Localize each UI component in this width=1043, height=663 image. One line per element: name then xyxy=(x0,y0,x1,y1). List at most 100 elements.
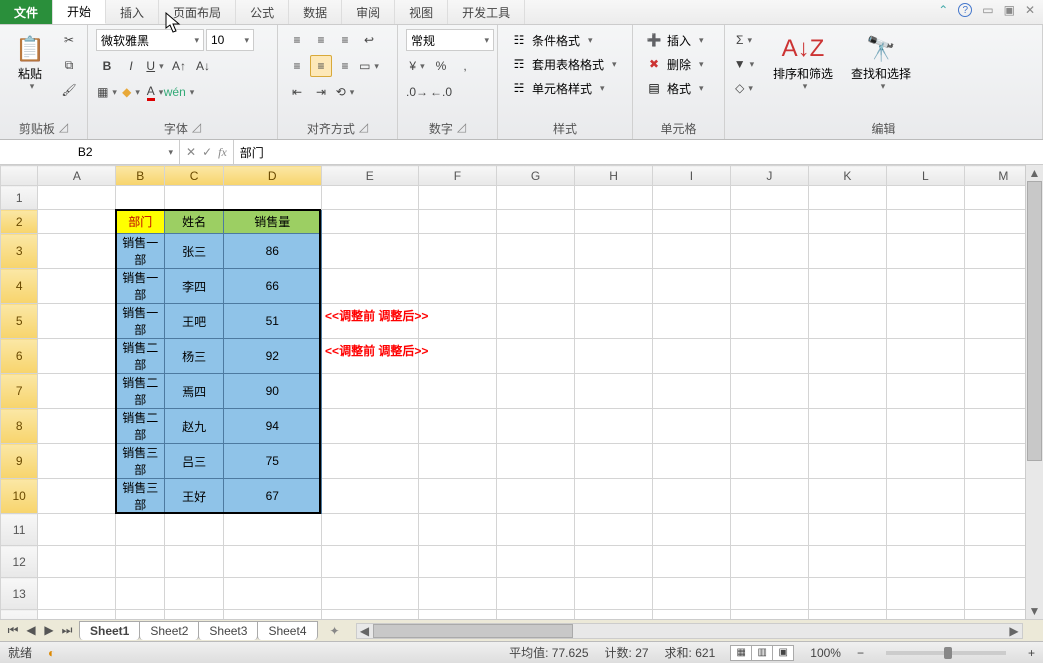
cell-J13[interactable] xyxy=(730,578,808,610)
zoom-knob[interactable] xyxy=(944,647,952,659)
col-header-A[interactable]: A xyxy=(38,166,116,186)
cell-H11[interactable] xyxy=(575,514,653,546)
cell-B3[interactable]: 销售一部 xyxy=(116,234,165,269)
tab-insert[interactable]: 插入 xyxy=(106,0,159,24)
cell-G12[interactable] xyxy=(496,546,574,578)
horizontal-scrollbar[interactable]: ◀ ▶ xyxy=(356,623,1024,639)
borders-button[interactable]: ▦▾ xyxy=(96,81,118,103)
cell-H2[interactable] xyxy=(575,210,653,234)
italic-button[interactable]: I xyxy=(120,55,142,77)
phonetic-button[interactable]: wén▾ xyxy=(168,81,190,103)
cell-K4[interactable] xyxy=(808,269,886,304)
name-box[interactable]: ▾ xyxy=(0,140,180,164)
cell-J6[interactable] xyxy=(730,339,808,374)
cell-I10[interactable] xyxy=(653,479,731,514)
tab-next-icon[interactable]: ▶ xyxy=(40,623,58,638)
tab-review[interactable]: 审阅 xyxy=(342,0,395,24)
cell-D11[interactable] xyxy=(223,514,321,546)
cell-B8[interactable]: 销售二部 xyxy=(116,409,165,444)
cell-B12[interactable] xyxy=(116,546,165,578)
cell-J9[interactable] xyxy=(730,444,808,479)
cell-A4[interactable] xyxy=(38,269,116,304)
cell-L4[interactable] xyxy=(886,269,964,304)
row-header-9[interactable]: 9 xyxy=(1,444,38,479)
cell-D4[interactable]: 66 xyxy=(223,269,321,304)
tab-data[interactable]: 数据 xyxy=(289,0,342,24)
cell-D10[interactable]: 67 xyxy=(223,479,321,514)
cell-G1[interactable] xyxy=(496,186,574,210)
sheet-tab-sheet3[interactable]: Sheet3 xyxy=(198,621,258,640)
cell-J12[interactable] xyxy=(730,546,808,578)
cell-C1[interactable] xyxy=(165,186,224,210)
cell-C7[interactable]: 焉四 xyxy=(165,374,224,409)
zoom-in-button[interactable]: + xyxy=(1028,646,1035,660)
cell-L13[interactable] xyxy=(886,578,964,610)
sheet-tab-sheet4[interactable]: Sheet4 xyxy=(257,621,317,640)
scroll-up-icon[interactable]: ▲ xyxy=(1026,165,1043,181)
row-header-7[interactable]: 7 xyxy=(1,374,38,409)
comma-button[interactable]: , xyxy=(454,55,476,77)
font-size-select[interactable]: 10▾ xyxy=(206,29,254,51)
increase-font-button[interactable]: A↑ xyxy=(168,55,190,77)
scroll-down-icon[interactable]: ▼ xyxy=(1026,603,1043,619)
increase-decimal-button[interactable]: .0→ xyxy=(406,81,428,103)
col-header-F[interactable]: F xyxy=(418,166,496,186)
cell-G9[interactable] xyxy=(496,444,574,479)
row-header-10[interactable]: 10 xyxy=(1,479,38,514)
cell-K6[interactable] xyxy=(808,339,886,374)
format-cells-button[interactable]: ▤格式▾ xyxy=(641,77,708,99)
cell-I6[interactable] xyxy=(653,339,731,374)
align-middle-button[interactable]: ≡ xyxy=(310,29,332,51)
help-icon[interactable]: ? xyxy=(958,3,972,17)
col-header-D[interactable]: D xyxy=(223,166,321,186)
cell-E12[interactable] xyxy=(321,546,418,578)
dialog-launcher-icon[interactable]: ◿ xyxy=(192,120,201,137)
cell-I4[interactable] xyxy=(653,269,731,304)
cell-E11[interactable] xyxy=(321,514,418,546)
tab-file[interactable]: 文件 xyxy=(0,0,53,24)
cell-E9[interactable] xyxy=(321,444,418,479)
dialog-launcher-icon[interactable]: ◿ xyxy=(457,120,466,137)
underline-button[interactable]: U▾ xyxy=(144,55,166,77)
number-format-select[interactable]: 常规▾ xyxy=(406,29,494,51)
cell-F3[interactable] xyxy=(418,234,496,269)
cell-J8[interactable] xyxy=(730,409,808,444)
vscroll-thumb[interactable] xyxy=(1027,181,1042,461)
cell-I2[interactable] xyxy=(653,210,731,234)
cell-K3[interactable] xyxy=(808,234,886,269)
row-header-1[interactable]: 1 xyxy=(1,186,38,210)
cell-H9[interactable] xyxy=(575,444,653,479)
cut-button[interactable]: ✂ xyxy=(58,29,80,51)
cell-G3[interactable] xyxy=(496,234,574,269)
cell-C6[interactable]: 杨三 xyxy=(165,339,224,374)
cell-L6[interactable] xyxy=(886,339,964,374)
cell-B5[interactable]: 销售一部 xyxy=(116,304,165,339)
percent-button[interactable]: % xyxy=(430,55,452,77)
tab-formula[interactable]: 公式 xyxy=(236,0,289,24)
cell-H3[interactable] xyxy=(575,234,653,269)
cell-H8[interactable] xyxy=(575,409,653,444)
bold-button[interactable]: B xyxy=(96,55,118,77)
spreadsheet-grid[interactable]: ABCDEFGHIJKLM12部门姓名销售量3销售一部张三864销售一部李四66… xyxy=(0,165,1043,619)
cell-G11[interactable] xyxy=(496,514,574,546)
cell-K7[interactable] xyxy=(808,374,886,409)
cell-D6[interactable]: 92 xyxy=(223,339,321,374)
cell-L14[interactable] xyxy=(886,610,964,620)
cell-L2[interactable] xyxy=(886,210,964,234)
cell-L3[interactable] xyxy=(886,234,964,269)
cell-D9[interactable]: 75 xyxy=(223,444,321,479)
dialog-launcher-icon[interactable]: ◿ xyxy=(359,120,368,137)
cell-H12[interactable] xyxy=(575,546,653,578)
view-break-button[interactable]: ▣ xyxy=(772,645,794,661)
maximize-icon[interactable]: ▣ xyxy=(1004,3,1015,17)
cell-F6[interactable] xyxy=(418,339,496,374)
col-header-K[interactable]: K xyxy=(808,166,886,186)
dialog-launcher-icon[interactable]: ◿ xyxy=(59,120,68,137)
cell-F5[interactable] xyxy=(418,304,496,339)
cell-I14[interactable] xyxy=(653,610,731,620)
row-header-3[interactable]: 3 xyxy=(1,234,38,269)
cell-A10[interactable] xyxy=(38,479,116,514)
cell-I13[interactable] xyxy=(653,578,731,610)
currency-button[interactable]: ¥▾ xyxy=(406,55,428,77)
cell-B13[interactable] xyxy=(116,578,165,610)
